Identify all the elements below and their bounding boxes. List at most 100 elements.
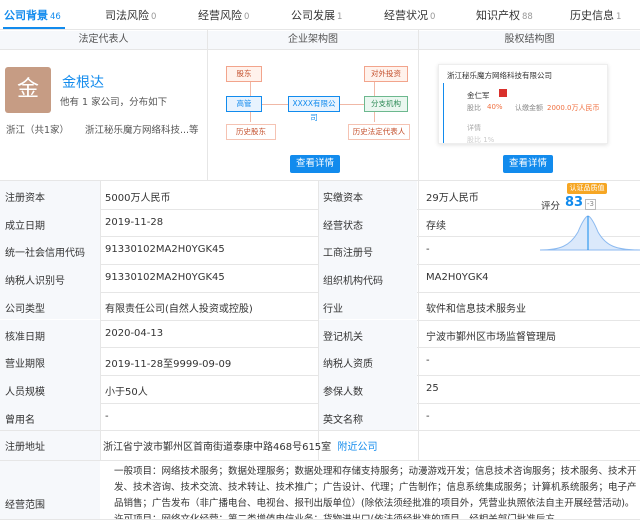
tab-label: 经营风险: [198, 9, 242, 22]
field-label: 工商注册号: [323, 248, 373, 260]
address-value: 浙江省宁波市鄞州区首南街道泰康中路468号615室 附近公司: [103, 438, 378, 453]
field-label: 实缴资本: [323, 193, 363, 204]
field-label: 成立日期: [5, 220, 45, 232]
tab-label: 公司背景: [4, 9, 48, 22]
equity-capital-label: 认缴金额: [515, 104, 543, 112]
field-value: -: [105, 410, 109, 422]
equity-header: 股权结构图: [419, 31, 640, 49]
divider: [418, 181, 419, 460]
field-label: 纳税人资质: [323, 359, 373, 371]
rating-label: 评分: [541, 201, 561, 212]
rating-score: 83: [565, 195, 584, 210]
diagram-investment: 对外投资: [364, 66, 408, 82]
tab-label: 历史信息: [570, 9, 614, 22]
field-label: 纳税人识别号: [5, 276, 65, 288]
field-label: 组织机构代码: [323, 276, 383, 288]
legal-rep-company-link[interactable]: 浙江秘乐魔方网络科技...等: [85, 122, 199, 136]
tab-operating-status[interactable]: 经营状况 0: [384, 8, 435, 24]
diagram-branch: 分支机构: [364, 96, 408, 112]
field-value: 宁波市鄞州区市场监督管理局: [426, 331, 556, 343]
tab-count: 0: [244, 12, 250, 22]
tab-operating-risk[interactable]: 经营风险 0: [198, 8, 249, 24]
field-value: 91330102MA2H0YGK45: [105, 272, 225, 284]
rating-badge: 认证品质值: [567, 183, 607, 194]
field-label: 行业: [323, 303, 343, 315]
field-label: 营业期限: [5, 359, 45, 371]
address-text: 浙江省宁波市鄞州区首南街道泰康中路468号615室: [103, 442, 332, 453]
tab-count: 0: [151, 12, 157, 22]
field-value: 小于50人: [105, 386, 148, 398]
field-value: -: [426, 355, 430, 367]
equity-faded-text: 详情: [467, 124, 481, 132]
tab-label: 公司发展: [291, 9, 335, 22]
field-value: 有限责任公司(自然人投资或控股): [105, 303, 253, 315]
tab-count: 46: [50, 12, 61, 22]
field-value: 25: [426, 382, 439, 394]
tab-judicial-risk[interactable]: 司法风险 0: [105, 8, 156, 24]
field-value: 存续: [426, 220, 446, 232]
tab-history[interactable]: 历史信息 1: [570, 8, 621, 24]
field-value: -: [426, 244, 430, 256]
legal-rep-name-link[interactable]: 金根达: [62, 72, 104, 92]
field-label: 英文名称: [323, 414, 363, 426]
equity-ratio-label: 股比: [467, 104, 481, 112]
divider: [418, 30, 419, 180]
legal-rep-region: 浙江（共1家）: [6, 125, 70, 136]
equity-view-details-button[interactable]: 查看详情: [503, 155, 553, 173]
tab-label: 司法风险: [105, 9, 149, 22]
tab-label: 知识产权: [476, 9, 520, 22]
equity-connector: [443, 83, 444, 143]
structure-header: 企业架构图: [208, 31, 418, 49]
equity-company: 浙江秘乐魔方网络科技有限公司: [447, 71, 552, 80]
tab-company-development[interactable]: 公司发展 1: [291, 8, 342, 24]
field-value: 2020-04-13: [105, 327, 164, 339]
equity-ratio: 40%: [487, 103, 503, 111]
scope-label: 经营范围: [5, 500, 45, 511]
field-label: 经营状态: [323, 220, 363, 232]
rating-curve: [540, 215, 640, 251]
field-value: 2019-11-28: [105, 216, 164, 228]
structure-diagram: 股东 高管 历史股东 XXXX有限公司 对外投资 分支机构 历史法定代表人: [224, 58, 410, 144]
divider: [0, 49, 640, 50]
address-label: 注册地址: [5, 442, 45, 453]
tab-count: 0: [430, 12, 436, 22]
field-label: 曾用名: [5, 414, 35, 426]
tab-count: 1: [616, 12, 622, 22]
tab-count: 88: [522, 12, 533, 22]
structure-view-details-button[interactable]: 查看详情: [290, 155, 340, 173]
field-label: 参保人数: [323, 386, 363, 398]
nearby-companies-link[interactable]: 附近公司: [338, 442, 378, 453]
divider: [207, 30, 208, 180]
scope-label-cell: [0, 461, 100, 520]
field-label: 注册资本: [5, 193, 45, 204]
diagram-center-company: XXXX有限公司: [288, 96, 340, 122]
scope-text: 一般项目：网络技术服务；数据处理服务；数据处理和存储支持服务；动漫游戏开发；信息…: [114, 466, 637, 520]
divider: [100, 181, 101, 460]
field-label: 登记机关: [323, 331, 363, 343]
equity-holder: 金仁军: [467, 91, 490, 100]
field-value: 5000万人民币: [105, 193, 171, 204]
field-label: 公司类型: [5, 303, 45, 315]
diagram-executive: 高管: [226, 96, 262, 112]
equity-faded-text: 股比 1%: [467, 136, 495, 144]
diagram-history-rep: 历史法定代表人: [348, 124, 410, 140]
tab-count: 1: [337, 12, 343, 22]
equity-capital: 2000.0万人民币: [547, 104, 600, 112]
equity-chart: 浙江秘乐魔方网络科技有限公司 金仁军 股比 40% 认缴金额 2000.0万人民…: [438, 64, 608, 144]
active-tab-indicator: [3, 27, 65, 29]
tab-label: 经营状况: [384, 9, 428, 22]
tab-company-background[interactable]: 公司背景 46: [4, 8, 61, 24]
field-value: 软件和信息技术服务业: [426, 303, 526, 315]
field-value: 91330102MA2H0YGK45: [105, 244, 225, 256]
field-value: MA2H0YGK4: [426, 272, 489, 284]
tab-intellectual-property[interactable]: 知识产权 88: [476, 8, 533, 24]
legal-rep-summary: 他有 1 家公司，分布如下: [60, 97, 168, 108]
field-value: -: [426, 410, 430, 422]
field-label: 人员规模: [5, 386, 45, 398]
field-label: 核准日期: [5, 331, 45, 343]
diagram-shareholder: 股东: [226, 66, 262, 82]
flag-icon: [499, 89, 507, 97]
field-value: 2019-11-28至9999-09-09: [105, 359, 232, 371]
avatar: 金: [5, 67, 51, 113]
tab-bar: 公司背景 46 司法风险 0 经营风险 0 公司发展 1 经营状况 0 知识产权 88 历史…: [0, 0, 640, 30]
